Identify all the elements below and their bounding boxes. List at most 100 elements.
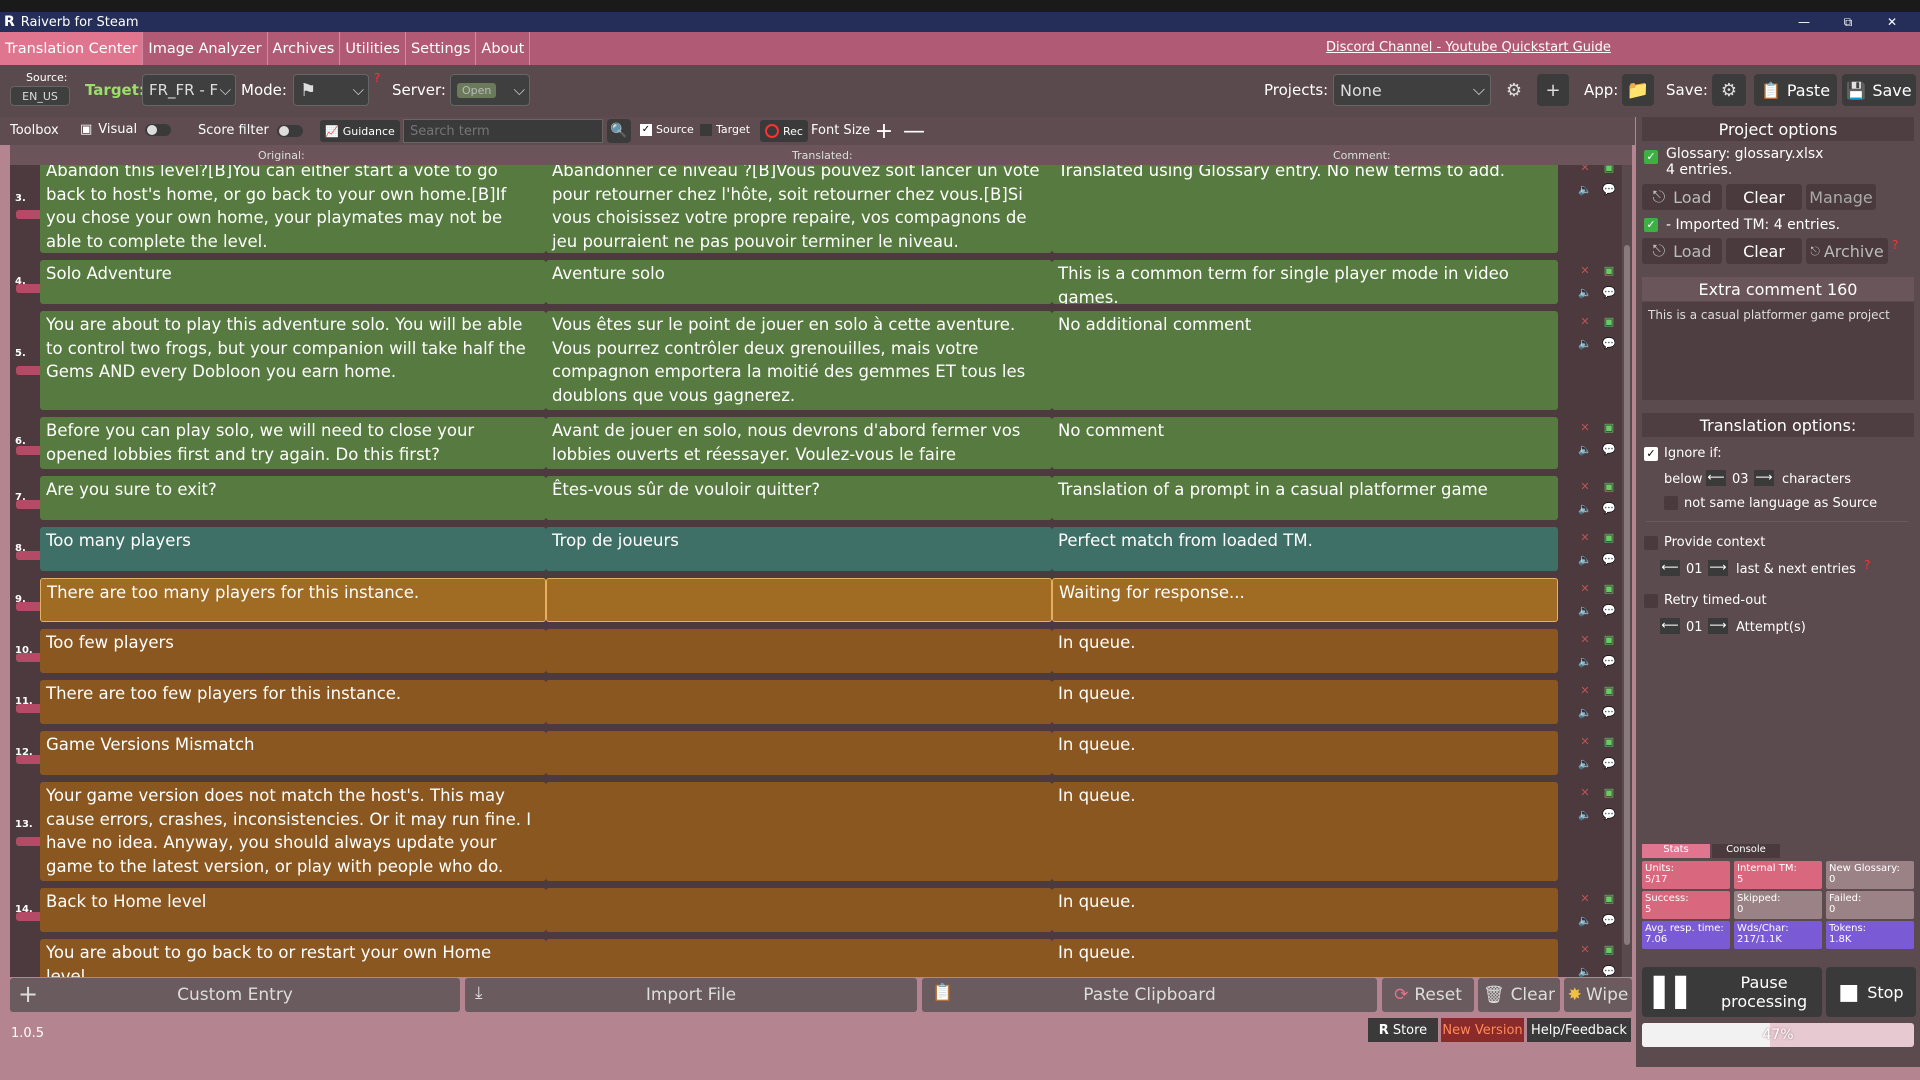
comment-cell[interactable]: Perfect match from loaded TM. xyxy=(1052,527,1558,571)
delete-x-icon[interactable]: ✕ xyxy=(1575,165,1595,175)
translated-cell[interactable] xyxy=(546,680,1052,724)
menu-image-analyzer[interactable]: Image Analyzer xyxy=(143,32,267,65)
image-icon[interactable]: ▣ xyxy=(1599,419,1619,435)
reset-button[interactable]: ⟳Reset xyxy=(1382,978,1474,1012)
restore-icon[interactable]: ⧉ xyxy=(1826,12,1870,32)
retry-decrease-arrow-icon[interactable]: ⟵ xyxy=(1660,618,1680,634)
translated-cell[interactable] xyxy=(546,782,1052,881)
chars-increase-arrow-icon[interactable]: ⟶ xyxy=(1754,470,1774,486)
comment-bubble-icon[interactable]: 💬 xyxy=(1599,441,1619,457)
comment-bubble-icon[interactable]: 💬 xyxy=(1599,912,1619,928)
tab-stats[interactable]: Stats xyxy=(1642,844,1710,858)
menu-about[interactable]: About xyxy=(476,32,530,65)
original-cell[interactable]: Solo Adventure xyxy=(40,260,546,304)
comment-bubble-icon[interactable]: 💬 xyxy=(1599,551,1619,567)
save-settings-gear-icon[interactable]: ⚙ xyxy=(1712,74,1746,106)
project-settings-gear-icon[interactable]: ⚙ xyxy=(1498,74,1530,106)
youtube-link[interactable]: Youtube Quickstart Guide xyxy=(1445,40,1610,55)
comment-bubble-icon[interactable]: 💬 xyxy=(1599,963,1619,977)
rows-scrollbar[interactable] xyxy=(1622,165,1632,977)
guidance-button[interactable]: 📈Guidance xyxy=(320,120,400,142)
target-checkbox[interactable]: Target xyxy=(700,123,750,136)
chars-decrease-arrow-icon[interactable]: ⟵ xyxy=(1706,470,1726,486)
context-increase-arrow-icon[interactable]: ⟶ xyxy=(1708,560,1728,576)
add-project-plus-icon[interactable]: + xyxy=(1537,74,1569,106)
help-feedback-button[interactable]: Help/Feedback xyxy=(1527,1018,1631,1042)
image-icon[interactable]: ▣ xyxy=(1599,580,1619,596)
record-button[interactable]: Rec xyxy=(760,120,808,142)
delete-x-icon[interactable]: ✕ xyxy=(1575,682,1595,698)
image-icon[interactable]: ▣ xyxy=(1599,890,1619,906)
menu-settings[interactable]: Settings xyxy=(406,32,476,65)
clear-button[interactable]: 🗑Clear xyxy=(1478,978,1560,1012)
translated-cell[interactable]: Êtes-vous sûr de vouloir quitter? xyxy=(546,476,1052,520)
scrollbar-thumb[interactable] xyxy=(1624,245,1630,945)
projects-select[interactable]: None⌵ xyxy=(1333,74,1491,106)
comment-cell[interactable]: In queue. xyxy=(1052,680,1558,724)
translated-cell[interactable] xyxy=(546,578,1052,622)
target-language-select[interactable]: FR_FR - F⌵ xyxy=(142,74,236,106)
comment-bubble-icon[interactable]: 💬 xyxy=(1599,704,1619,720)
original-cell[interactable]: Are you sure to exit? xyxy=(40,476,546,520)
source-language[interactable]: EN_US xyxy=(10,86,70,106)
comment-bubble-icon[interactable]: 💬 xyxy=(1599,602,1619,618)
comment-bubble-icon[interactable]: 💬 xyxy=(1599,755,1619,771)
wipe-button[interactable]: ✸Wipe xyxy=(1564,978,1632,1012)
comment-cell[interactable]: In queue. xyxy=(1052,888,1558,932)
paste-button[interactable]: 📋Paste xyxy=(1754,74,1837,106)
pause-processing-button[interactable]: ▌▌Pause processing xyxy=(1642,967,1822,1017)
image-icon[interactable]: ▣ xyxy=(1599,529,1619,545)
glossary-checkbox[interactable]: ✓ xyxy=(1644,150,1658,164)
original-cell[interactable]: Too few players xyxy=(40,629,546,673)
comment-bubble-icon[interactable]: 💬 xyxy=(1599,335,1619,351)
source-checkbox[interactable]: ✓Source xyxy=(640,123,694,136)
stop-button[interactable]: ■Stop xyxy=(1826,967,1916,1017)
mute-speaker-icon[interactable]: 🔈 xyxy=(1575,704,1595,720)
mute-speaker-icon[interactable]: 🔈 xyxy=(1575,963,1595,977)
translated-cell[interactable]: Abandonner ce niveau ?[B]Vous pouvez soi… xyxy=(546,165,1052,253)
menu-translation-center[interactable]: Translation Center xyxy=(0,32,143,65)
comment-cell[interactable]: In queue. xyxy=(1052,731,1558,775)
delete-x-icon[interactable]: ✕ xyxy=(1575,478,1595,494)
comment-bubble-icon[interactable]: 💬 xyxy=(1599,181,1619,197)
close-icon[interactable]: ✕ xyxy=(1870,12,1914,32)
delete-x-icon[interactable]: ✕ xyxy=(1575,631,1595,647)
search-icon[interactable]: 🔍 xyxy=(607,119,631,143)
tm-checkbox[interactable]: ✓ xyxy=(1644,218,1658,232)
font-increase-plus-icon[interactable]: + xyxy=(872,119,896,143)
image-icon[interactable]: ▣ xyxy=(1599,733,1619,749)
mute-speaker-icon[interactable]: 🔈 xyxy=(1575,912,1595,928)
score-filter-switch[interactable] xyxy=(277,125,303,137)
search-input[interactable] xyxy=(403,119,603,143)
glossary-load-button[interactable]: ⎋Load xyxy=(1642,184,1722,210)
minimize-icon[interactable]: — xyxy=(1782,12,1826,32)
image-icon[interactable]: ▣ xyxy=(1599,631,1619,647)
original-cell[interactable]: Back to Home level xyxy=(40,888,546,932)
original-cell[interactable]: You are about to go back to or restart y… xyxy=(40,939,546,977)
mute-speaker-icon[interactable]: 🔈 xyxy=(1575,653,1595,669)
store-button[interactable]: RStore xyxy=(1368,1018,1438,1042)
image-icon[interactable]: ▣ xyxy=(1599,941,1619,957)
comment-cell[interactable]: In queue. xyxy=(1052,939,1558,977)
tm-help-icon[interactable]: ? xyxy=(1892,238,1898,252)
mode-select[interactable]: ⚑⌵ xyxy=(293,74,369,106)
translated-cell[interactable] xyxy=(546,939,1052,977)
delete-x-icon[interactable]: ✕ xyxy=(1575,890,1595,906)
comment-bubble-icon[interactable]: 💬 xyxy=(1599,806,1619,822)
tm-clear-button[interactable]: Clear xyxy=(1726,238,1802,264)
delete-x-icon[interactable]: ✕ xyxy=(1575,941,1595,957)
comment-cell[interactable]: This is a common term for single player … xyxy=(1052,260,1558,304)
mode-help-icon[interactable]: ? xyxy=(374,71,380,85)
server-select[interactable]: Open⌵ xyxy=(450,74,530,106)
comment-cell[interactable]: In queue. xyxy=(1052,782,1558,881)
context-decrease-arrow-icon[interactable]: ⟵ xyxy=(1660,560,1680,576)
delete-x-icon[interactable]: ✕ xyxy=(1575,784,1595,800)
comment-bubble-icon[interactable]: 💬 xyxy=(1599,284,1619,300)
original-cell[interactable]: Game Versions Mismatch xyxy=(40,731,546,775)
comment-bubble-icon[interactable]: 💬 xyxy=(1599,653,1619,669)
context-help-icon[interactable]: ? xyxy=(1864,558,1870,572)
original-cell[interactable]: Your game version does not match the hos… xyxy=(40,782,546,881)
original-cell[interactable]: There are too many players for this inst… xyxy=(40,578,546,622)
original-cell[interactable]: Before you can play solo, we will need t… xyxy=(40,417,546,469)
ignore-if-checkbox[interactable]: ✓ xyxy=(1644,447,1658,461)
